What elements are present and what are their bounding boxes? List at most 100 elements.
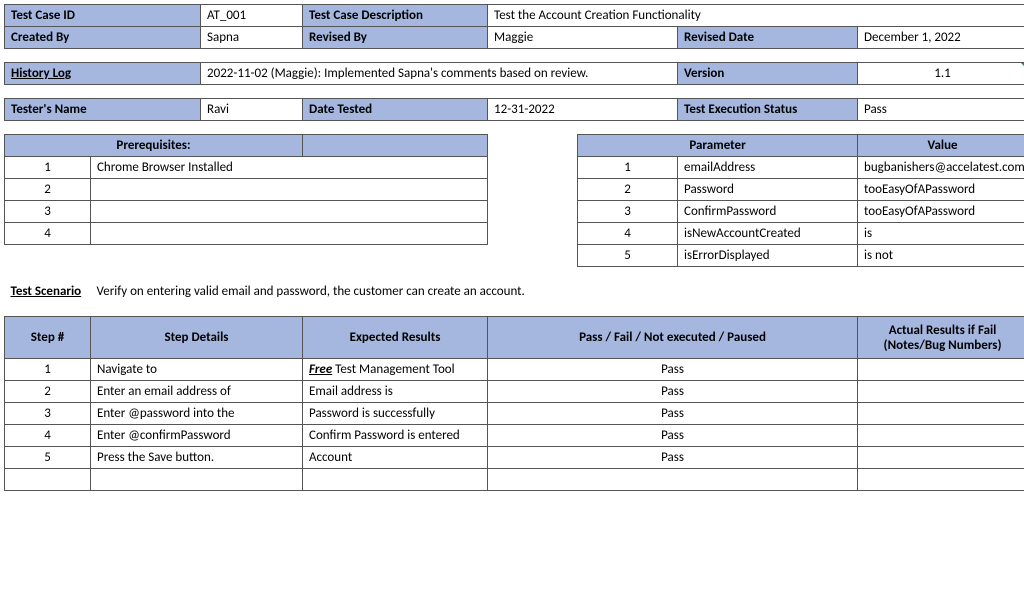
prereq-header-blank: [303, 135, 488, 157]
prereq-text[interactable]: [91, 201, 488, 223]
prereq-num: 1: [5, 157, 91, 179]
prereq-num: 4: [5, 223, 91, 245]
prereq-text[interactable]: [91, 223, 488, 245]
row-tester: Tester's Name Ravi Date Tested 12-31-202…: [5, 99, 1024, 121]
table-row: 3 Enter @password into the Password is s…: [5, 403, 1024, 425]
label-expected: Expected Results: [303, 317, 488, 359]
label-prereq: Prerequisites:: [5, 135, 303, 157]
step-actual[interactable]: [858, 381, 1024, 403]
cell-revisedby[interactable]: Maggie: [488, 27, 678, 49]
prereq-text[interactable]: [91, 179, 488, 201]
label-tcid: Test Case ID: [5, 5, 201, 27]
step-passfail[interactable]: Pass: [488, 447, 858, 469]
step-details[interactable]: Press the Save button.: [91, 447, 303, 469]
param-name[interactable]: emailAddress: [678, 157, 858, 179]
step-passfail[interactable]: Pass: [488, 403, 858, 425]
label-exec: Test Execution Status: [678, 99, 858, 121]
step-passfail[interactable]: Pass: [488, 359, 858, 381]
param-value[interactable]: tooEasyOfAPassword: [858, 201, 1024, 223]
label-step-no: Step #: [5, 317, 91, 359]
step-num: 1: [5, 359, 91, 381]
cell-tester[interactable]: Ravi: [201, 99, 303, 121]
param-num: 1: [578, 157, 678, 179]
cell-reviseddate[interactable]: December 1, 2022: [858, 27, 1024, 49]
step-expected[interactable]: Free Test Management Tool: [303, 359, 488, 381]
cell-tcdesc[interactable]: Test the Account Creation Functionality: [488, 5, 1024, 27]
step-details[interactable]: Enter @password into the: [91, 403, 303, 425]
label-tester: Tester's Name: [5, 99, 201, 121]
step-actual[interactable]: [858, 403, 1024, 425]
step-details[interactable]: Enter an email address of: [91, 381, 303, 403]
step-details[interactable]: Navigate to: [91, 359, 303, 381]
free-label: Free: [309, 362, 332, 377]
table-row: [5, 469, 1024, 491]
row-scenario: Test Scenario Verify on entering valid e…: [5, 281, 1024, 303]
empty-cell[interactable]: [91, 469, 303, 491]
table-row: 4 Enter @confirmPassword Confirm Passwor…: [5, 425, 1024, 447]
step-passfail[interactable]: Pass: [488, 381, 858, 403]
table-row: 4 4 isNewAccountCreated is: [5, 223, 1024, 245]
step-num: 2: [5, 381, 91, 403]
label-passfail: Pass / Fail / Not executed / Paused: [488, 317, 858, 359]
empty-cell[interactable]: [488, 469, 858, 491]
label-scenario: Test Scenario: [5, 281, 91, 303]
label-history: History Log: [5, 63, 201, 85]
step-expected[interactable]: Email address is: [303, 381, 488, 403]
empty-cell[interactable]: [5, 469, 91, 491]
step-actual[interactable]: [858, 425, 1024, 447]
prereq-num: 2: [5, 179, 91, 201]
cell-createdby[interactable]: Sapna: [201, 27, 303, 49]
param-value[interactable]: bugbanishers@accelatest.com: [858, 157, 1024, 179]
step-num: 4: [5, 425, 91, 447]
table-row: 1 Navigate to Free Test Management Tool …: [5, 359, 1024, 381]
step-expected[interactable]: Confirm Password is entered: [303, 425, 488, 447]
param-value[interactable]: is not: [858, 245, 1024, 267]
label-parameter: Parameter: [578, 135, 858, 157]
param-name[interactable]: isErrorDisplayed: [678, 245, 858, 267]
label-revisedby: Revised By: [303, 27, 488, 49]
table-row: 2 2 Password tooEasyOfAPassword: [5, 179, 1024, 201]
row-steps-header: Step # Step Details Expected Results Pas…: [5, 317, 1024, 359]
param-value[interactable]: is: [858, 223, 1024, 245]
row-created: Created By Sapna Revised By Maggie Revis…: [5, 27, 1024, 49]
table-row: 2 Enter an email address of Email addres…: [5, 381, 1024, 403]
cell-version[interactable]: 1.1: [858, 63, 1024, 85]
label-value: Value: [858, 135, 1024, 157]
cell-scenario[interactable]: Verify on entering valid email and passw…: [91, 281, 1024, 303]
label-version: Version: [678, 63, 858, 85]
empty-cell[interactable]: [303, 469, 488, 491]
param-name[interactable]: Password: [678, 179, 858, 201]
prereq-text[interactable]: Chrome Browser Installed: [91, 157, 488, 179]
test-case-spreadsheet: Test Case ID AT_001 Test Case Descriptio…: [4, 4, 1024, 491]
step-expected[interactable]: Account: [303, 447, 488, 469]
step-passfail[interactable]: Pass: [488, 425, 858, 447]
table-row: 5 Press the Save button. Account Pass: [5, 447, 1024, 469]
label-tcdesc: Test Case Description: [303, 5, 488, 27]
param-num: 5: [578, 245, 678, 267]
step-details[interactable]: Enter @confirmPassword: [91, 425, 303, 447]
label-datetested: Date Tested: [303, 99, 488, 121]
cell-exec[interactable]: Pass: [858, 99, 1024, 121]
cell-tcid[interactable]: AT_001: [201, 5, 303, 27]
step-actual[interactable]: [858, 359, 1024, 381]
param-num: 4: [578, 223, 678, 245]
cell-history[interactable]: 2022-11-02 (Maggie): Implemented Sapna's…: [201, 63, 678, 85]
row-tcid: Test Case ID AT_001 Test Case Descriptio…: [5, 5, 1024, 27]
row-history: History Log 2022-11-02 (Maggie): Impleme…: [5, 63, 1024, 85]
label-actual: Actual Results if Fail (Notes/Bug Number…: [858, 317, 1024, 359]
empty-cell[interactable]: [858, 469, 1024, 491]
table-row: 1 Chrome Browser Installed 1 emailAddres…: [5, 157, 1024, 179]
row-prereq-header: Prerequisites: Parameter Value: [5, 135, 1024, 157]
param-num: 2: [578, 179, 678, 201]
param-value[interactable]: tooEasyOfAPassword: [858, 179, 1024, 201]
label-reviseddate: Revised Date: [678, 27, 858, 49]
step-num: 5: [5, 447, 91, 469]
step-actual[interactable]: [858, 447, 1024, 469]
param-name[interactable]: ConfirmPassword: [678, 201, 858, 223]
param-num: 3: [578, 201, 678, 223]
cell-datetested[interactable]: 12-31-2022: [488, 99, 678, 121]
param-name[interactable]: isNewAccountCreated: [678, 223, 858, 245]
step-expected[interactable]: Password is successfully: [303, 403, 488, 425]
label-step-details: Step Details: [91, 317, 303, 359]
tool-suffix: Test Management Tool: [332, 362, 454, 377]
